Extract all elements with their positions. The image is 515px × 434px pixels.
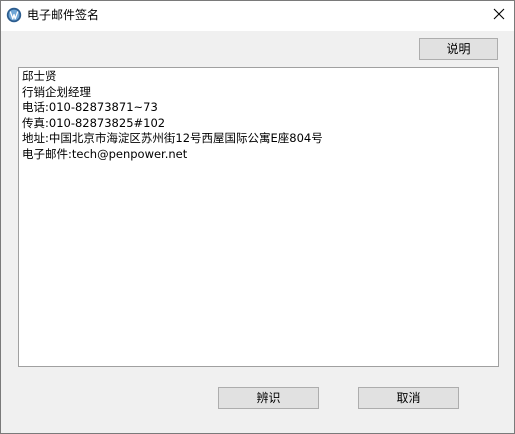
dialog-body: 说明 邱士贤 行销企划经理 电话:010-82873871~73 传真:010-… [1, 31, 514, 433]
signature-email-line: 电子邮件:tech@penpower.net [22, 146, 188, 161]
title-bar[interactable]: 电子邮件签名 [1, 1, 514, 31]
signature-title-line: 行销企划经理 [22, 84, 91, 99]
dialog-window: 电子邮件签名 说明 邱士贤 行销企划经理 电话:010-82873871~73 … [0, 0, 515, 434]
cancel-button[interactable]: 取消 [358, 387, 459, 409]
signature-name-line: 邱士贤 [22, 69, 57, 83]
signature-text-area[interactable]: 邱士贤 行销企划经理 电话:010-82873871~73 传真:010-828… [18, 67, 499, 367]
help-button[interactable]: 说明 [419, 38, 498, 60]
window-title: 电子邮件签名 [27, 8, 100, 22]
signature-phone-line: 电话:010-82873871~73 [22, 100, 158, 114]
close-button[interactable] [484, 1, 514, 29]
recognize-button[interactable]: 辨识 [218, 387, 319, 409]
app-globe-icon [6, 7, 22, 23]
signature-address-line: 地址:中国北京市海淀区苏州街12号西屋国际公寓E座804号 [22, 131, 323, 145]
signature-fax-line: 传真:010-82873825#102 [22, 115, 166, 130]
